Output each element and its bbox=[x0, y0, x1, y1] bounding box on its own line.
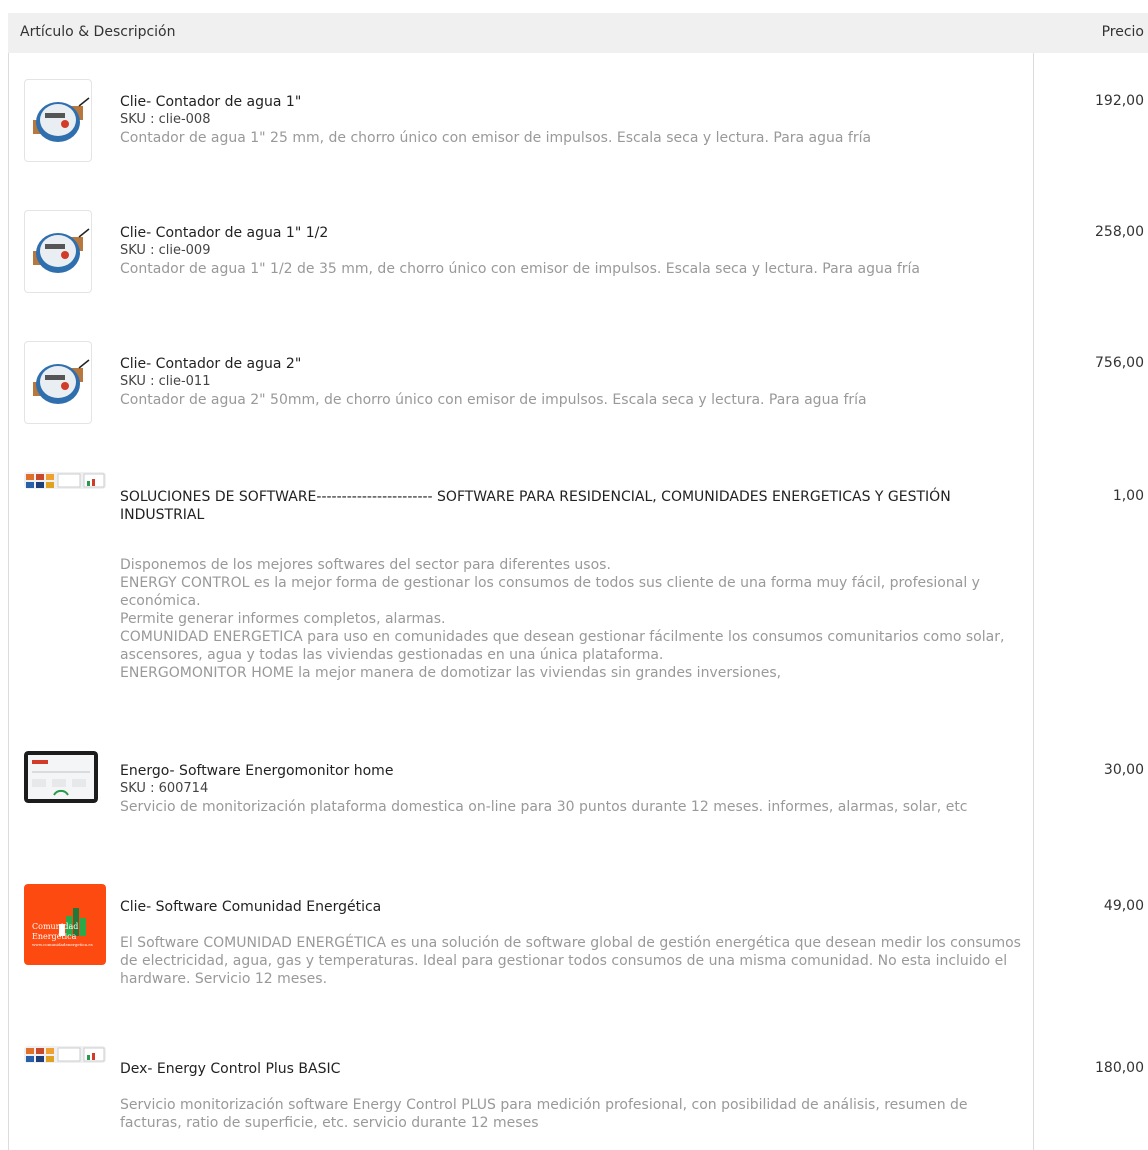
item-sku: SKU : clie-009 bbox=[120, 243, 211, 258]
item-sku: SKU : 600714 bbox=[120, 781, 209, 796]
water-meter-thumbnail[interactable] bbox=[24, 341, 92, 424]
item-description: Contador de agua 1" 1/2 de 35 mm, de cho… bbox=[120, 261, 921, 277]
item-price: 258,00 bbox=[1095, 224, 1144, 240]
item-description: El Software COMUNIDAD ENERGÉTICA es una … bbox=[120, 935, 1021, 987]
item-description-line: ENERGY CONTROL es la mejor forma de gest… bbox=[120, 575, 980, 609]
item-description: Servicio de monitorización plataforma do… bbox=[120, 799, 968, 815]
column-divider bbox=[1033, 53, 1034, 1150]
column-header-price: Precio bbox=[1101, 24, 1144, 40]
item-description-line: Disponemos de los mejores softwares del … bbox=[120, 557, 611, 573]
water-meter-icon bbox=[33, 97, 90, 142]
dashboard-icon bbox=[24, 472, 106, 489]
item-name[interactable]: SOLUCIONES DE SOFTWARE------------------… bbox=[120, 488, 1025, 524]
table-header: Artículo & Descripción Precio bbox=[8, 13, 1148, 53]
item-name[interactable]: Clie- Software Comunidad Energética bbox=[120, 898, 1025, 916]
item-name[interactable]: Clie- Contador de agua 2" bbox=[120, 355, 1025, 373]
tablet-thumbnail[interactable] bbox=[24, 751, 98, 803]
item-name[interactable]: Clie- Contador de agua 1" bbox=[120, 93, 1025, 111]
item-description: Contador de agua 1" 25 mm, de chorro úni… bbox=[120, 130, 872, 146]
item-price: 49,00 bbox=[1103, 898, 1144, 914]
item-description-line: ENERGOMONITOR HOME la mejor manera de do… bbox=[120, 665, 782, 681]
water-meter-thumbnail[interactable] bbox=[24, 79, 92, 162]
item-description: Servicio monitorización software Energy … bbox=[120, 1097, 968, 1131]
item-price: 1,00 bbox=[1112, 488, 1144, 504]
item-name[interactable]: Energo- Software Energomonitor home bbox=[120, 762, 1025, 780]
item-name[interactable]: Dex- Energy Control Plus BASIC bbox=[120, 1060, 1025, 1078]
comunidad-energetica-logo[interactable]: Comunidad Energética www.comunidadenerge… bbox=[24, 884, 106, 965]
item-sku: SKU : clie-008 bbox=[120, 112, 211, 127]
item-price: 180,00 bbox=[1095, 1060, 1144, 1076]
items-table: Artículo & Descripción Precio Clie- Cont… bbox=[8, 13, 1148, 1150]
tablet-icon bbox=[24, 751, 98, 803]
column-header-item: Artículo & Descripción bbox=[20, 24, 176, 40]
item-sku: SKU : clie-011 bbox=[120, 374, 211, 389]
water-meter-icon bbox=[33, 359, 90, 404]
software-dashboards-thumbnail[interactable] bbox=[24, 472, 106, 489]
item-description-line: COMUNIDAD ENERGETICA para uso en comunid… bbox=[120, 629, 1005, 663]
logo-url: www.comunidadenergetica.es bbox=[32, 942, 93, 947]
logo-text-line: Energética bbox=[32, 932, 77, 941]
item-name[interactable]: Clie- Contador de agua 1" 1/2 bbox=[120, 224, 1025, 242]
item-price: 30,00 bbox=[1103, 762, 1144, 778]
water-meter-thumbnail[interactable] bbox=[24, 210, 92, 293]
logo-text-line: Comunidad bbox=[32, 922, 79, 931]
item-price: 756,00 bbox=[1095, 355, 1144, 371]
dashboard-icon bbox=[24, 1046, 106, 1063]
water-meter-icon bbox=[33, 228, 90, 273]
item-description-line: Permite generar informes completos, alar… bbox=[120, 611, 446, 627]
item-description: Contador de agua 2" 50mm, de chorro únic… bbox=[120, 392, 867, 408]
item-price: 192,00 bbox=[1095, 93, 1144, 109]
software-dashboards-thumbnail[interactable] bbox=[24, 1046, 106, 1063]
table-border-left bbox=[8, 53, 9, 1150]
